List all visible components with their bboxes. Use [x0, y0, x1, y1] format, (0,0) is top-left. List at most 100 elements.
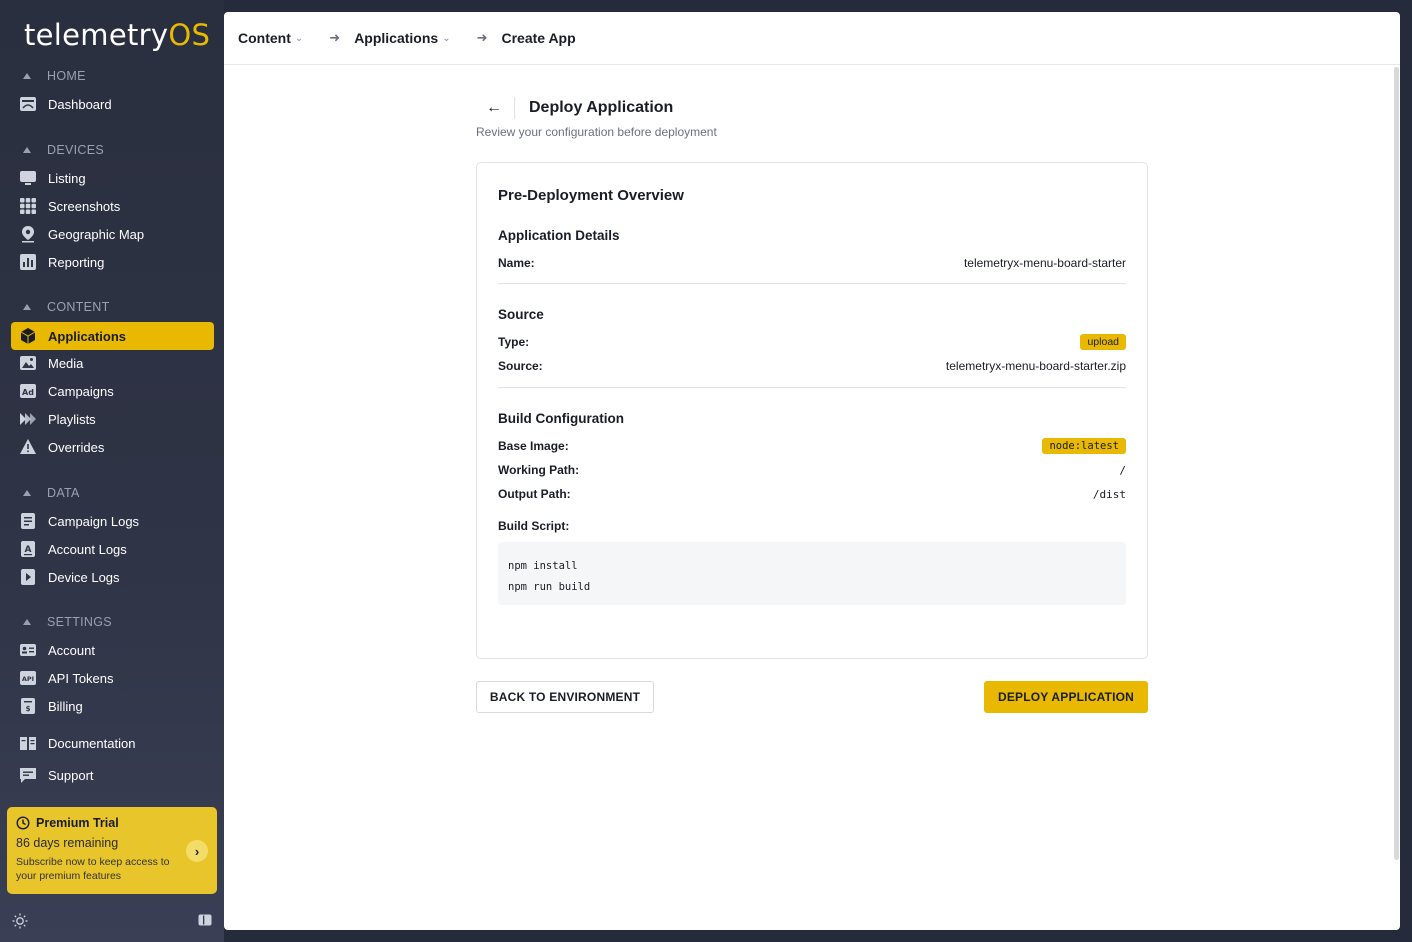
trial-subtitle: Subscribe now to keep access to your pre… — [16, 856, 170, 882]
sidebar-item-label: Listing — [48, 170, 86, 186]
ad-icon: Ad — [19, 382, 37, 400]
sidebar-item-label: Support — [48, 767, 94, 783]
divider — [498, 283, 1126, 284]
breadcrumb-applications[interactable]: Applications ⌄ — [354, 30, 450, 46]
action-bar: BACK TO ENVIRONMENT DEPLOY APPLICATION — [476, 681, 1148, 713]
document-icon — [19, 512, 37, 530]
section-title: HOME — [47, 69, 86, 83]
sidebar-item-documentation[interactable]: Documentation — [11, 729, 214, 757]
sidebar-item-media[interactable]: Media — [11, 349, 214, 377]
sidebar-item-listing[interactable]: Listing — [11, 164, 214, 192]
section-title: SETTINGS — [47, 615, 112, 629]
warning-icon — [19, 438, 37, 456]
svg-text:A: A — [25, 545, 32, 555]
sidebar-item-account[interactable]: Account — [11, 636, 214, 664]
grid-icon — [19, 197, 37, 215]
play-log-icon — [19, 568, 37, 586]
sidebar-item-label: API Tokens — [48, 670, 114, 686]
account-log-icon: A — [19, 540, 37, 558]
sidebar-item-label: Documentation — [48, 735, 136, 751]
deploy-content: ← Deploy Application Review your configu… — [476, 97, 1148, 659]
section-header-devices[interactable]: DEVICES — [20, 141, 104, 159]
field-label: Working Path: — [498, 463, 580, 477]
bar-chart-icon — [19, 253, 37, 271]
breadcrumb-label: Applications — [354, 30, 439, 46]
monitor-icon — [19, 169, 37, 187]
sidebar-item-applications[interactable]: Applications — [11, 322, 214, 350]
svg-text:$: $ — [26, 705, 31, 713]
sidebar-item-screenshots[interactable]: Screenshots — [11, 192, 214, 220]
section-title: CONTENT — [47, 300, 110, 314]
sidebar-item-overrides[interactable]: Overrides — [11, 433, 214, 461]
arrow-right-icon: ➜ — [476, 30, 488, 45]
sidebar-item-reporting[interactable]: Reporting — [11, 248, 214, 276]
breadcrumb: Content ⌄ ➜ Applications ⌄ ➜ Create App — [224, 12, 1400, 65]
pre-deployment-overview-card: Pre-Deployment Overview Application Deta… — [476, 162, 1148, 659]
section-header-settings[interactable]: SETTINGS — [20, 613, 112, 631]
source-file-row: Source: telemetryx-menu-board-starter.zi… — [498, 356, 1126, 376]
breadcrumb-create-app: Create App — [502, 30, 576, 46]
sidebar-item-api-tokens[interactable]: API API Tokens — [11, 664, 214, 692]
arrow-right-icon: ➜ — [329, 30, 341, 45]
sidebar-item-account-logs[interactable]: A Account Logs — [11, 535, 214, 563]
clock-icon — [16, 816, 30, 830]
section-header-home[interactable]: HOME — [20, 67, 86, 85]
theme-toggle-sun-icon[interactable] — [12, 913, 28, 934]
trial-title-text: Premium Trial — [36, 816, 119, 830]
divider — [498, 387, 1126, 388]
sidebar-item-label: Overrides — [48, 439, 105, 455]
brand-logo[interactable]: telemetryOS — [24, 18, 210, 52]
status-badge: upload — [1080, 334, 1126, 350]
sidebar-item-label: Applications — [48, 328, 127, 344]
image-icon — [19, 354, 37, 372]
back-arrow-icon[interactable]: ← — [476, 99, 514, 117]
output-path-row: Output Path: /dist — [498, 484, 1126, 504]
brand-name-accent: OS — [168, 18, 211, 52]
premium-trial-card[interactable]: Premium Trial 86 days remaining Subscrib… — [7, 807, 217, 894]
sidebar-item-label: Campaign Logs — [48, 513, 140, 529]
caret-up-icon — [23, 73, 31, 79]
section-header-data[interactable]: DATA — [20, 484, 80, 502]
deploy-application-button[interactable]: DEPLOY APPLICATION — [984, 681, 1148, 713]
book-icon — [19, 734, 37, 752]
section-title: DATA — [47, 486, 80, 500]
sidebar-item-playlists[interactable]: Playlists — [11, 405, 214, 433]
vertical-scrollbar[interactable] — [1394, 67, 1399, 860]
dashboard-icon — [19, 95, 37, 113]
breadcrumb-content[interactable]: Content ⌄ — [238, 30, 303, 46]
application-details-title: Application Details — [498, 228, 620, 243]
base-image-row: Base Image: node:latest — [498, 436, 1126, 456]
trial-title: Premium Trial — [16, 816, 208, 830]
sidebar-item-dashboard[interactable]: Dashboard — [11, 90, 214, 118]
sidebar-item-billing[interactable]: $ Billing — [11, 692, 214, 720]
sidebar-item-label: Account — [48, 642, 95, 658]
map-pin-icon — [19, 225, 37, 243]
playlist-icon — [19, 410, 37, 428]
code-line: npm run build — [508, 581, 591, 593]
collapse-sidebar-icon[interactable] — [198, 913, 212, 932]
chevron-right-icon[interactable]: › — [186, 840, 208, 862]
sidebar-item-campaign-logs[interactable]: Campaign Logs — [11, 507, 214, 535]
sidebar-item-device-logs[interactable]: Device Logs — [11, 563, 214, 591]
section-header-content[interactable]: CONTENT — [20, 298, 110, 316]
chat-icon — [19, 766, 37, 784]
sidebar-item-label: Reporting — [48, 254, 105, 270]
sidebar-item-campaigns[interactable]: Ad Campaigns — [11, 377, 214, 405]
app-name-row: Name: telemetryx-menu-board-starter — [498, 253, 1126, 273]
sidebar-item-label: Dashboard — [48, 96, 112, 112]
build-script-row: Build Script: — [498, 516, 1126, 536]
field-label: Base Image: — [498, 439, 569, 453]
card-title: Pre-Deployment Overview — [498, 187, 684, 204]
field-label: Source: — [498, 359, 543, 373]
code-line: npm install — [508, 560, 578, 572]
chevron-down-icon: ⌄ — [294, 32, 304, 44]
sidebar-item-support[interactable]: Support — [11, 761, 214, 789]
sidebar-item-label: Device Logs — [48, 569, 120, 585]
back-to-environment-button[interactable]: BACK TO ENVIRONMENT — [476, 681, 654, 713]
svg-text:API: API — [22, 675, 34, 683]
caret-up-icon — [23, 147, 31, 153]
sidebar-item-label: Playlists — [48, 411, 96, 427]
build-script-code: npm install npm run build — [498, 542, 1126, 605]
field-label: Build Script: — [498, 519, 570, 533]
sidebar-item-geographic-map[interactable]: Geographic Map — [11, 220, 214, 248]
